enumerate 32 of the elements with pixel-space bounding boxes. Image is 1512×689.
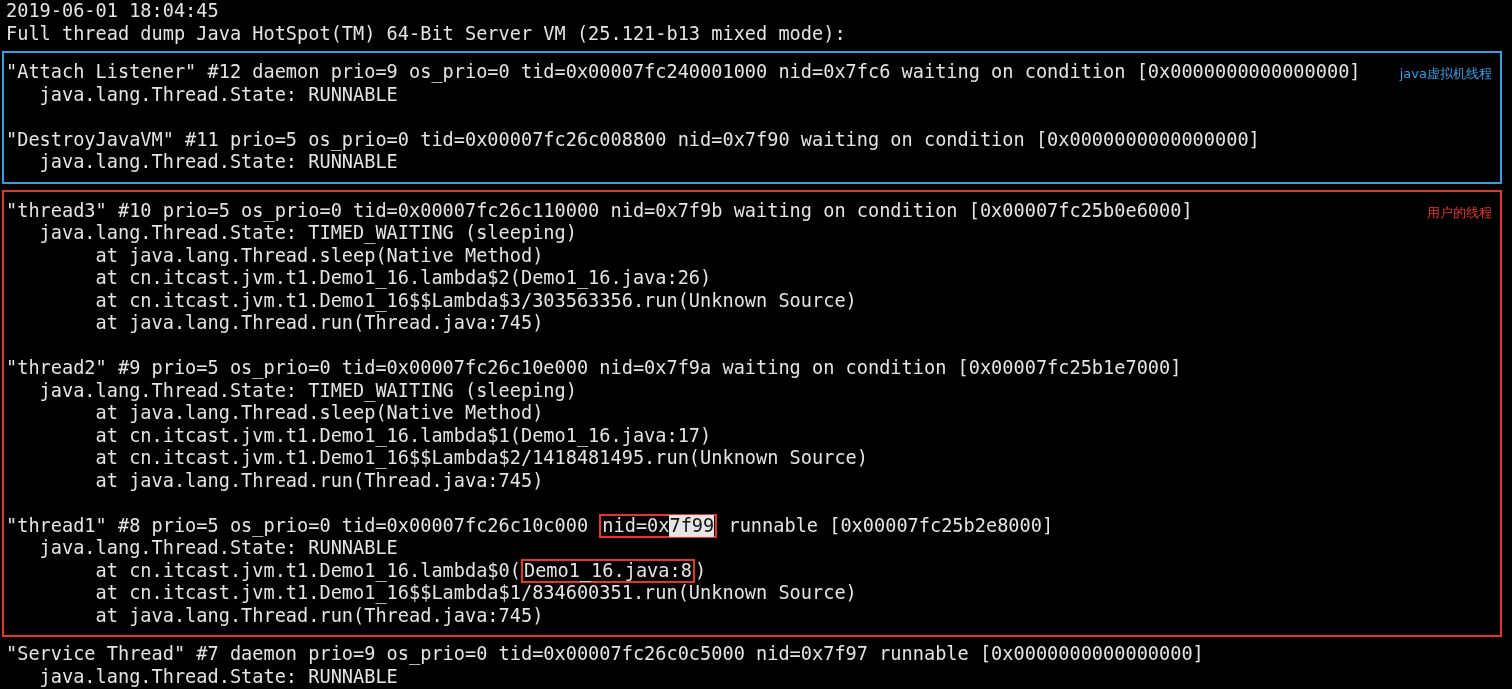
terminal-text: nid=0x	[602, 514, 670, 537]
terminal-text: "DestroyJavaVM" #11 prio=5 os_prio=0 tid=0x00007fc26c008800 nid=0x7f90 waiting on condition [0x0000000000000000]	[6, 128, 1260, 151]
terminal-text: Demo1_16.java:8	[523, 559, 692, 582]
terminal-text: "thread1" #8 prio=5 os_prio=0 tid=0x00007fc26c10c000	[6, 514, 590, 537]
terminal-text: "thread3" #10 prio=5 os_prio=0 tid=0x00007fc26c110000 nid=0x7f9b waiting on condition [0x00007fc25b0e6000]	[6, 199, 1193, 222]
annotation-note: java虚拟机线程	[1399, 66, 1492, 82]
terminal-text: java.lang.Thread.State: RUNNABLE	[38, 537, 398, 560]
terminal-text: java.lang.Thread.State: TIMED_WAITING (sleeping)	[38, 222, 577, 245]
terminal-text: at cn.itcast.jvm.t1.Demo1_16.lambda$1(Demo1_16.java:17)	[94, 424, 712, 447]
terminal-text: Full thread dump Java HotSpot(TM) 64-Bit Server VM (25.121-b13 mixed mode):	[6, 22, 846, 45]
terminal-text: at cn.itcast.jvm.t1.Demo1_16$$Lambda$2/1418481495.run(Unknown Source)	[94, 447, 868, 470]
selected-text: 7f99	[669, 514, 715, 537]
terminal-text: "Attach Listener" #12 daemon prio=9 os_prio=0 tid=0x00007fc240001000 nid=0x7fc6 waiting on condition [0x0000000000000000]	[6, 61, 1361, 84]
terminal-text: 2019-06-01 18:04:45	[6, 0, 219, 23]
terminal-text: "thread2" #9 prio=5 os_prio=0 tid=0x00007fc26c10e000 nid=0x7f9a waiting on condition [0x00007fc25b1e7000]	[6, 357, 1182, 380]
terminal-text: at java.lang.Thread.sleep(Native Method)	[94, 402, 544, 425]
terminal-text: java.lang.Thread.State: TIMED_WAITING (sleeping)	[38, 379, 577, 402]
terminal-text: at cn.itcast.jvm.t1.Demo1_16.lambda$2(Demo1_16.java:26)	[94, 267, 712, 290]
terminal-text: at java.lang.Thread.run(Thread.java:745)	[94, 312, 544, 335]
annotation-note: 用户的线程	[1427, 204, 1492, 221]
terminal-text: )	[694, 559, 707, 582]
terminal-text: at java.lang.Thread.run(Thread.java:745)	[94, 604, 544, 627]
terminal-text: java.lang.Thread.State: RUNNABLE	[38, 151, 398, 174]
terminal-text: java.lang.Thread.State: RUNNABLE	[38, 665, 398, 688]
terminal-text: "Service Thread" #7 daemon prio=9 os_prio=0 tid=0x00007fc26c0c5000 nid=0x7f97 runnable [0x0000000000000000]	[6, 643, 1204, 666]
terminal-text: at java.lang.Thread.sleep(Native Method)	[94, 244, 544, 267]
terminal-text: java.lang.Thread.State: RUNNABLE	[38, 83, 398, 106]
terminal-text: at cn.itcast.jvm.t1.Demo1_16.lambda$0(	[94, 559, 521, 582]
terminal-text: at java.lang.Thread.run(Thread.java:745)	[94, 469, 544, 492]
terminal-text: at cn.itcast.jvm.t1.Demo1_16$$Lambda$1/834600351.run(Unknown Source)	[94, 582, 857, 605]
terminal-text: runnable [0x00007fc25b2e8000]	[727, 514, 1054, 537]
terminal-text: at cn.itcast.jvm.t1.Demo1_16$$Lambda$3/303563356.run(Unknown Source)	[94, 289, 857, 312]
